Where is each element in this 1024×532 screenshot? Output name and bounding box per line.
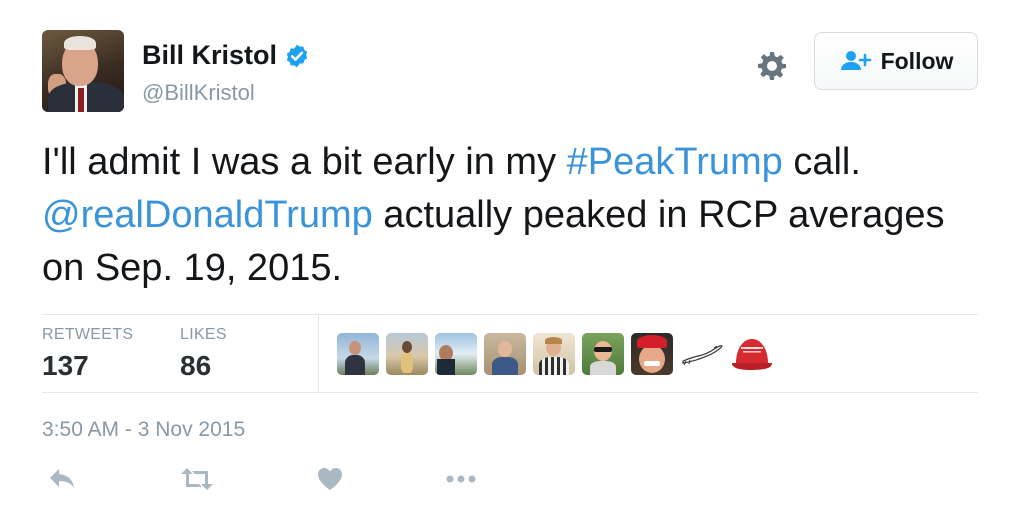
retweets-count: 137 — [42, 350, 89, 381]
add-user-icon — [840, 51, 871, 70]
divider — [42, 392, 978, 393]
liker-avatar[interactable] — [484, 333, 526, 375]
user-avatar[interactable] — [42, 30, 124, 112]
liker-avatars — [337, 333, 774, 375]
liker-avatar[interactable] — [337, 333, 379, 375]
likes-count: 86 — [180, 350, 212, 381]
tweet-text-part: call. — [782, 141, 861, 183]
liker-avatar[interactable] — [582, 333, 624, 375]
retweets-label: RETWEETS — [42, 326, 134, 343]
hashtag-link[interactable]: #PeakTrump — [567, 141, 783, 183]
stats-separator — [318, 314, 319, 392]
liker-avatar-sketch[interactable] — [680, 333, 724, 375]
divider — [42, 314, 978, 315]
tweet-text: I'll admit I was a bit early in my #Peak… — [42, 136, 992, 295]
liker-avatar[interactable] — [435, 333, 477, 375]
more-icon[interactable] — [444, 466, 478, 492]
like-icon[interactable] — [316, 466, 344, 492]
retweets-stat[interactable]: RETWEETS 137 — [42, 326, 133, 382]
gear-icon[interactable] — [756, 50, 788, 82]
likes-stat[interactable]: LIKES 86 — [180, 326, 227, 382]
follow-button-label: Follow — [880, 47, 954, 74]
likes-label: LIKES — [180, 326, 227, 343]
follow-button[interactable]: Follow — [814, 32, 978, 90]
verified-badge-icon — [286, 44, 308, 67]
liker-avatar[interactable] — [533, 333, 575, 375]
name-row: Bill Kristol — [142, 40, 310, 71]
mention-link[interactable]: @realDonaldTrump — [42, 194, 373, 236]
reply-icon[interactable] — [48, 466, 76, 492]
liker-avatar-red-hat[interactable] — [730, 333, 774, 375]
liker-avatar[interactable] — [386, 333, 428, 375]
retweet-icon[interactable] — [180, 466, 214, 492]
tweet-actions — [42, 466, 502, 502]
tweet-text-part: I'll admit I was a bit early in my — [42, 141, 567, 183]
liker-avatar[interactable] — [631, 333, 673, 375]
user-handle[interactable]: @BillKristol — [142, 80, 255, 106]
tweet-header: Bill Kristol @BillKristol Follow — [42, 30, 978, 114]
user-name[interactable]: Bill Kristol — [142, 40, 277, 71]
tweet-timestamp[interactable]: 3:50 AM - 3 Nov 2015 — [42, 418, 245, 442]
